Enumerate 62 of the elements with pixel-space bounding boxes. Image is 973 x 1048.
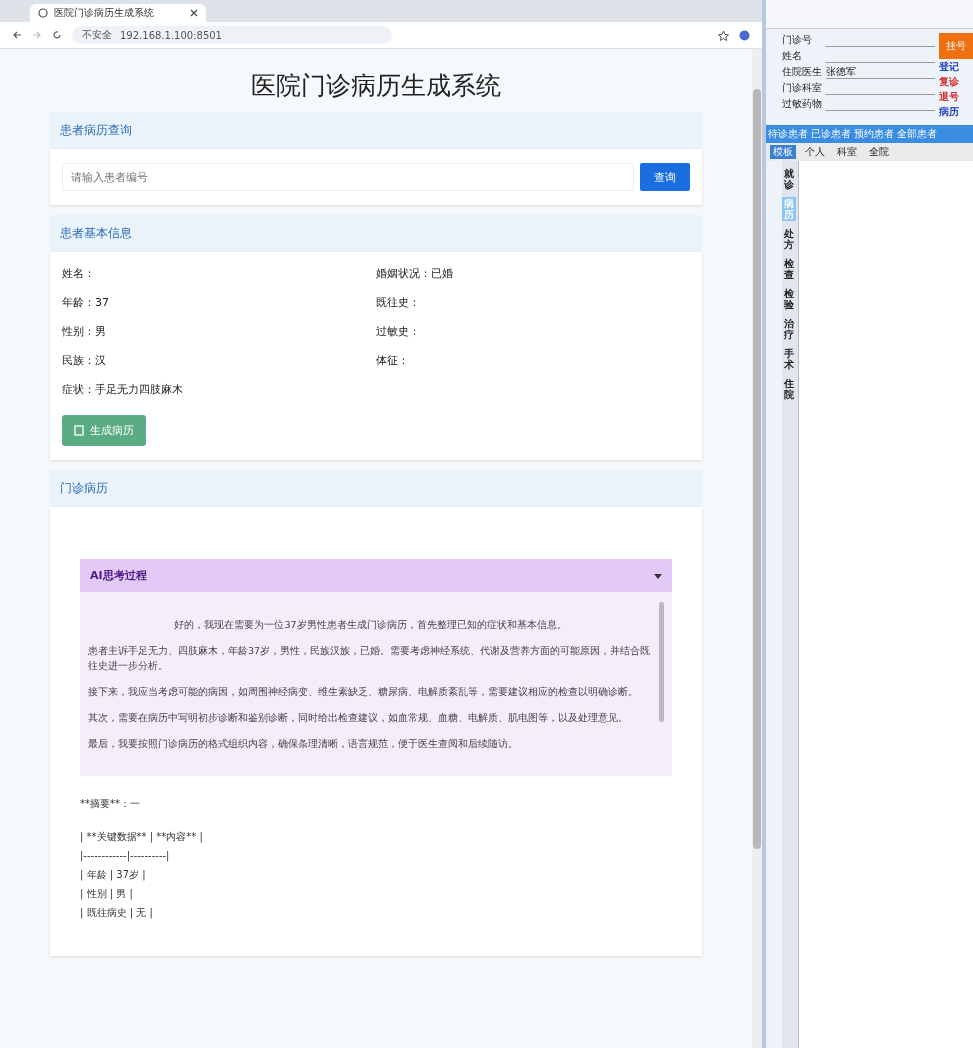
profile-icon[interactable] — [739, 29, 750, 41]
section-heading: 患者基本信息 — [50, 215, 702, 252]
input-field[interactable]: 张德军 — [826, 65, 935, 79]
side-link[interactable]: 病历 — [939, 105, 973, 119]
close-icon[interactable] — [190, 9, 198, 17]
patient-field: 年龄：37 — [62, 295, 376, 310]
patient-field: 体征： — [376, 353, 690, 368]
patient-field: 婚姻状况：已婚 — [376, 266, 690, 281]
search-field[interactable]: 请输入患者编号 — [62, 163, 634, 191]
back-icon[interactable] — [12, 30, 22, 40]
section-heading: 患者病历查询 — [50, 112, 702, 149]
reload-icon[interactable] — [52, 30, 62, 40]
scrollbar[interactable] — [752, 49, 762, 1048]
vertical-tab[interactable]: 就诊 — [782, 167, 796, 191]
page-title: 医院门诊病历生成系统 — [250, 70, 502, 102]
globe-icon — [38, 8, 48, 18]
patient-field: 既往史： — [376, 295, 690, 310]
patient-field: 性别：男 — [62, 324, 376, 339]
scrollbar[interactable] — [659, 602, 664, 722]
output-line: | 年龄 | 37岁 | — [80, 867, 147, 883]
field-label: 门诊号 — [782, 33, 813, 47]
expander-header[interactable]: AI思考过程 — [80, 559, 672, 592]
vertical-tab[interactable]: 手术 — [782, 347, 796, 371]
paragraph: 好的，我现在需要为一位37岁男性患者生成门诊病历，首先整理已知的症状和基本信息。 — [173, 618, 568, 632]
tab[interactable]: 个人 — [802, 145, 828, 159]
output-line: | 性别 | 男 | — [80, 886, 134, 902]
paragraph: 接下来，我应当考虑可能的病因，如周围神经病变、维生素缺乏、糖尿病、电解质紊乱等，需要建议相应的检查以明确诊断。 — [88, 684, 639, 699]
vertical-tab[interactable]: 住院 — [782, 377, 796, 401]
patient-field: 症状：手足无力四肢麻木 — [62, 382, 376, 397]
side-link[interactable]: 退号 — [939, 90, 973, 104]
vertical-tab[interactable]: 检查 — [782, 257, 796, 281]
patient-field: 民族：汉 — [62, 353, 376, 368]
caret-down-icon — [654, 571, 662, 580]
star-icon[interactable] — [718, 29, 729, 41]
query-button[interactable]: 查询 — [640, 163, 690, 191]
output-line: | **关键数据** | **内容** | — [80, 829, 204, 845]
field-label: 过敏药物 — [782, 97, 823, 111]
tab[interactable]: 科室 — [834, 145, 860, 159]
address-field[interactable]: 不安全 192.168.1.100:8501 — [72, 26, 392, 44]
output-line: |------------|----------| — [80, 848, 171, 864]
security-label: 不安全 — [82, 28, 112, 42]
field-label: 门诊科室 — [782, 81, 823, 95]
forward-icon[interactable] — [32, 30, 42, 40]
paragraph: 最后，我要按照门诊病历的格式组织内容，确保条理清晰，语言规范，便于医生查阅和后续随访。 — [88, 737, 519, 752]
document-icon — [74, 425, 84, 436]
paragraph: 其次，需要在病历中写明初步诊断和鉴别诊断，同时给出检查建议，如血常规、血糖、电解质、肌电图等，以及处理意见。 — [88, 711, 629, 725]
vertical-tab[interactable]: 检验 — [782, 287, 796, 311]
patient-field: 姓名： — [62, 266, 376, 281]
vertical-tab[interactable]: 治疗 — [782, 317, 796, 341]
field-label: 住院医生 — [782, 65, 823, 79]
tab[interactable]: 模板 — [770, 145, 796, 159]
output-line: | 既往病史 | 无 | — [80, 905, 154, 921]
tab[interactable]: 全院 — [866, 145, 892, 159]
side-link[interactable]: 复诊 — [939, 75, 973, 89]
field-label: 姓名 — [782, 49, 803, 63]
paragraph: 患者主诉手足无力、四肢麻木，年龄37岁，男性，民族汉族，已婚。需要考虑神经系统、代谢及营养方面的可能原因，并结合既往史进一步分析。 — [88, 644, 652, 673]
vertical-tab[interactable]: 处方 — [782, 227, 796, 251]
section-heading: 门诊病历 — [50, 470, 702, 507]
patient-field: 过敏史： — [376, 324, 690, 339]
side-link[interactable]: 登记 — [939, 60, 973, 74]
url-text: 192.168.1.100:8501 — [120, 29, 222, 41]
output-line: **摘要**：一 — [80, 796, 141, 811]
